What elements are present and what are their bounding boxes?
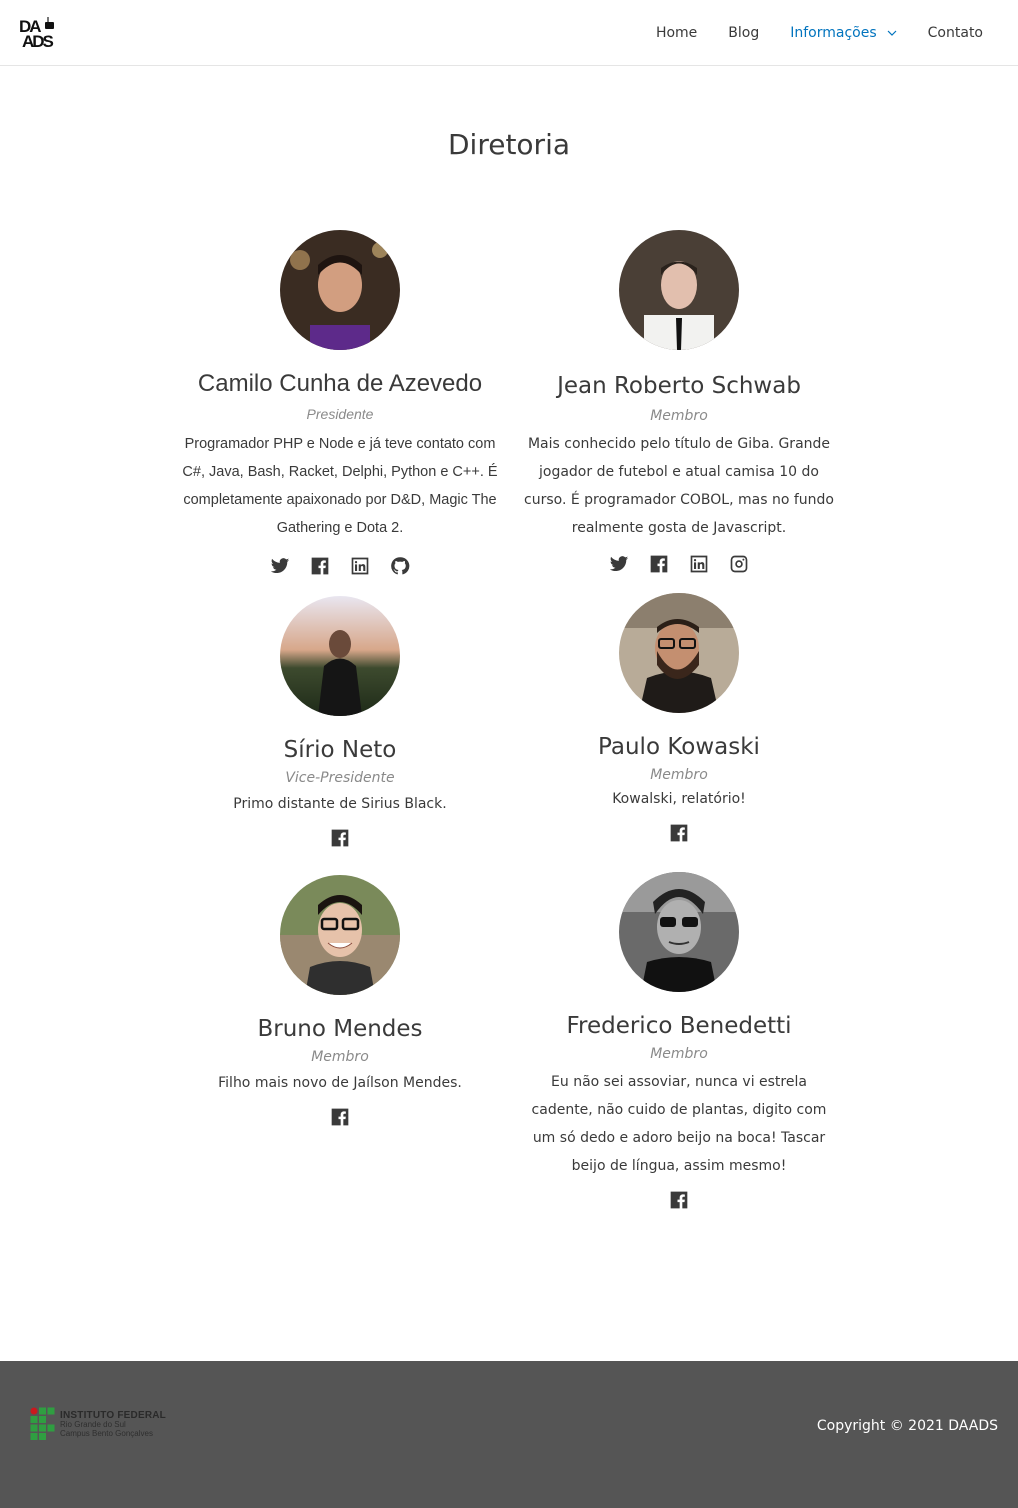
svg-text:ADS: ADS: [22, 32, 54, 49]
member-name: Camilo Cunha de Azevedo: [197, 370, 483, 397]
avatar: [280, 596, 400, 716]
page-title: Diretoria: [447, 128, 571, 161]
copyright-text: Copyright © 2021 DAADS: [816, 1418, 998, 1434]
avatar-photo: [619, 230, 739, 350]
facebook-icon: [670, 824, 688, 842]
member-card: Paulo Kowaski Membro Kowalski, relatório…: [519, 593, 839, 845]
facebook-link[interactable]: [320, 1105, 360, 1129]
member-bio: Kowalski, relatório!: [612, 791, 746, 807]
github-link[interactable]: [380, 554, 420, 578]
twitter-icon: [270, 558, 290, 573]
avatar: [280, 230, 400, 350]
member-role: Membro: [650, 767, 708, 783]
twitter-link[interactable]: [260, 554, 300, 578]
member-name: Sírio Neto: [283, 737, 397, 763]
twitter-link[interactable]: [599, 552, 639, 576]
member-name: Jean Roberto Schwab: [557, 373, 801, 399]
site-logo[interactable]: DA ADS: [19, 15, 57, 51]
facebook-link[interactable]: [300, 554, 340, 578]
member-bio: Filho mais novo de Jaílson Mendes.: [218, 1075, 462, 1091]
facebook-icon: [670, 1191, 688, 1209]
facebook-icon: [311, 557, 329, 575]
avatar-photo: [619, 593, 739, 713]
github-icon: [391, 557, 410, 575]
nav-home-label: Home: [655, 25, 698, 41]
member-bio: Mais conhecido pelo título de Giba. Gran…: [524, 436, 834, 536]
avatar-photo: [280, 596, 400, 716]
avatar-photo: [280, 230, 400, 350]
social-links: [519, 821, 839, 845]
member-card: Sírio Neto Vice-Presidente Primo distant…: [180, 596, 500, 850]
member-card: Bruno Mendes Membro Filho mais novo de J…: [180, 875, 500, 1129]
member-role: Membro: [650, 1046, 708, 1062]
social-links: [180, 1105, 500, 1129]
facebook-link[interactable]: [639, 552, 679, 576]
member-card: Frederico Benedetti Membro Eu não sei as…: [519, 872, 839, 1212]
linkedin-link[interactable]: [679, 552, 719, 576]
facebook-link[interactable]: [320, 826, 360, 850]
nav-contato[interactable]: Contato: [928, 25, 983, 41]
institution-line2: Rio Grande do Sul: [60, 1419, 126, 1429]
member-card: Camilo Cunha de Azevedo Presidente Progr…: [180, 230, 500, 578]
site-footer: INSTITUTO FEDERAL Rio Grande do Sul Camp…: [0, 1361, 1018, 1508]
facebook-icon: [331, 829, 349, 847]
institution-line1: INSTITUTO FEDERAL: [60, 1409, 166, 1421]
linkedin-icon: [351, 557, 369, 575]
social-links: [519, 552, 839, 576]
linkedin-icon: [690, 555, 708, 573]
member-name: Bruno Mendes: [257, 1016, 423, 1042]
twitter-icon: [609, 556, 629, 571]
main-nav: Home Blog Informações Contato: [625, 0, 983, 66]
instagram-link[interactable]: [719, 552, 759, 576]
member-bio: Eu não sei assoviar, nunca vi estrela ca…: [531, 1074, 827, 1174]
nav-home[interactable]: Home: [656, 25, 697, 41]
avatar-photo: [280, 875, 400, 995]
nav-blog-label: Blog: [728, 25, 760, 41]
avatar: [619, 230, 739, 350]
member-role: Presidente: [306, 406, 374, 422]
avatar: [619, 872, 739, 992]
instagram-icon: [730, 555, 748, 573]
member-role: Vice-Presidente: [285, 770, 395, 786]
social-links: [519, 1188, 839, 1212]
institution-name: INSTITUTO FEDERAL Rio Grande do Sul Camp…: [60, 1409, 166, 1438]
if-logo-icon: [30, 1407, 55, 1440]
member-role: Membro: [650, 408, 708, 424]
institution-logo[interactable]: INSTITUTO FEDERAL Rio Grande do Sul Camp…: [30, 1407, 166, 1441]
avatar: [280, 875, 400, 995]
member-name: Frederico Benedetti: [566, 1013, 792, 1039]
site-header: DA ADS Home Blog Informações Contato: [0, 0, 1018, 66]
facebook-link[interactable]: [659, 1188, 699, 1212]
social-links: [180, 826, 500, 850]
avatar: [619, 593, 739, 713]
social-links: [180, 554, 500, 578]
member-card: Jean Roberto Schwab Membro Mais conhecid…: [519, 230, 839, 576]
facebook-icon: [331, 1108, 349, 1126]
institution-line3: Campus Bento Gonçalves: [60, 1428, 153, 1438]
nav-informacoes[interactable]: Informações: [790, 25, 897, 41]
facebook-link[interactable]: [659, 821, 699, 845]
member-bio: Programador PHP e Node e já teve contato…: [182, 436, 498, 536]
nav-blog[interactable]: Blog: [728, 25, 759, 41]
nav-informacoes-label: Informações: [790, 25, 877, 41]
avatar-photo: [619, 872, 739, 992]
daads-logo-icon: DA ADS: [19, 17, 56, 51]
facebook-icon: [650, 555, 668, 573]
linkedin-link[interactable]: [340, 554, 380, 578]
member-bio: Primo distante de Sirius Black.: [233, 796, 447, 812]
chevron-down-icon: [887, 30, 897, 36]
member-role: Membro: [311, 1049, 369, 1065]
nav-contato-label: Contato: [927, 25, 983, 41]
member-name: Paulo Kowaski: [598, 734, 760, 760]
